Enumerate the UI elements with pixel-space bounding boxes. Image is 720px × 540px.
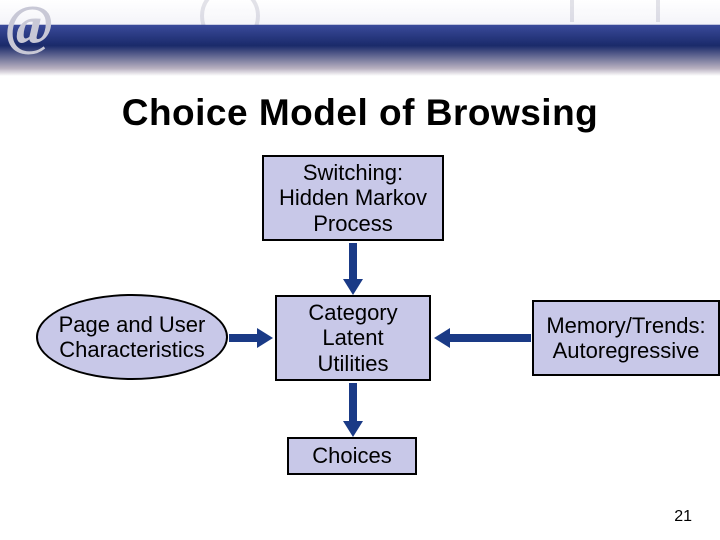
node-page-user: Page and UserCharacteristics: [36, 294, 228, 380]
slide-title: Choice Model of Browsing: [0, 92, 720, 134]
arrowhead-right-icon: [257, 328, 273, 348]
arrowhead-down-icon: [343, 421, 363, 437]
node-choices: Choices: [287, 437, 417, 475]
arrowhead-down-icon: [343, 279, 363, 295]
at-symbol-icon: @: [6, 0, 53, 58]
node-category: CategoryLatentUtilities: [275, 295, 431, 381]
arrow-category-to-choices: [349, 383, 357, 423]
top-banner: @: [0, 0, 720, 76]
arrowhead-left-icon: [434, 328, 450, 348]
arrow-memory-to-category: [449, 334, 531, 342]
arrow-pageuser-to-category: [229, 334, 259, 342]
arrow-switching-to-category: [349, 243, 357, 281]
handset-icon: [200, 0, 260, 46]
monitor-icon: [570, 0, 660, 50]
node-switching: Switching:Hidden MarkovProcess: [262, 155, 444, 241]
node-memory: Memory/Trends:Autoregressive: [532, 300, 720, 376]
page-number: 21: [674, 508, 692, 526]
